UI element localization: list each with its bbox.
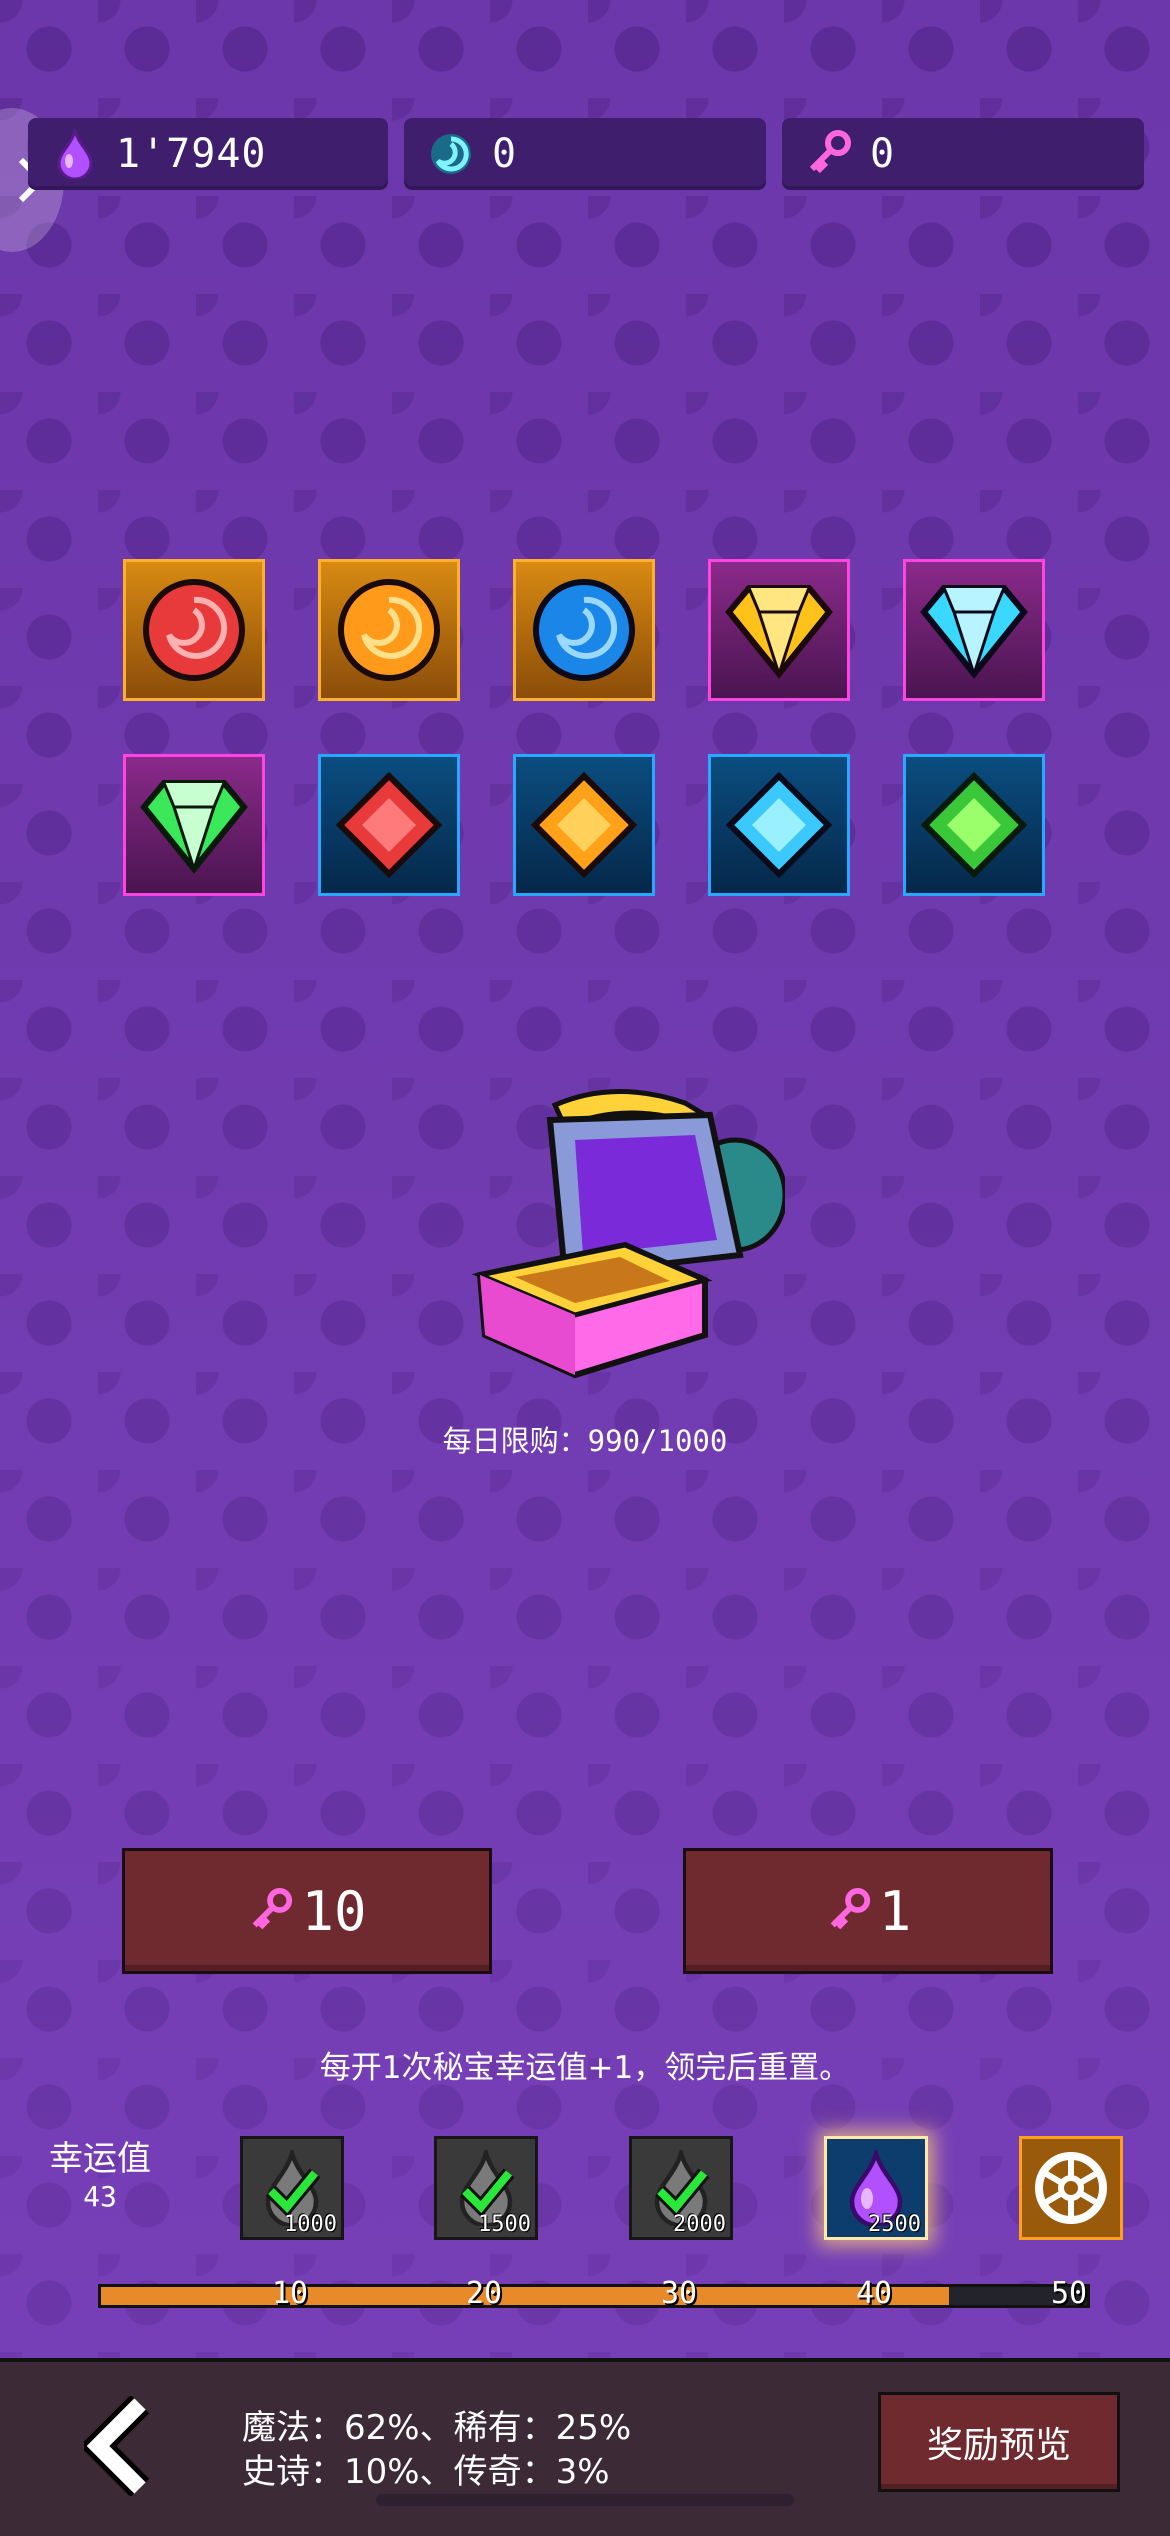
pink-key-icon — [253, 1887, 293, 1930]
treasure-chest[interactable] — [455, 1085, 788, 1405]
blue-swirl-icon — [426, 129, 476, 179]
gem-tile-green-diamond[interactable] — [123, 754, 265, 896]
orange-orb-icon — [338, 579, 440, 681]
check-icon — [266, 2168, 321, 2215]
open-ten-label: 10 — [301, 1879, 367, 1943]
luck-tick-label: 10 — [271, 2276, 309, 2311]
essence-count: 1'7940 — [116, 131, 267, 177]
back-button[interactable] — [72, 2386, 172, 2506]
back-arrow-icon — [84, 2396, 150, 2496]
daily-limit-text: 每日限购：990/1000 — [442, 1424, 728, 1458]
luck-progress-bar — [98, 2284, 1090, 2308]
odds-line-2: 史诗：10%、传奇：3% — [242, 2452, 610, 2492]
resource-bar-essence: 1'7940 — [28, 118, 388, 190]
purple-drop-icon — [50, 129, 100, 179]
drop-odds: 魔法：62%、稀有：25% 史诗：10%、传奇：3% — [242, 2406, 631, 2494]
luck-tick-label: 50 — [1050, 2276, 1088, 2311]
open-ten-button[interactable]: 10 — [122, 1848, 492, 1974]
gem-tile-orange-gem[interactable] — [513, 754, 655, 896]
red-orb-icon — [143, 579, 245, 681]
hexagon-emblem-icon — [1035, 2152, 1107, 2224]
treasure-chest-icon — [471, 1089, 788, 1379]
luck-reward-5[interactable] — [1019, 2136, 1123, 2240]
swirl-count: 0 — [492, 131, 518, 177]
luck-tick-label: 40 — [855, 2276, 893, 2311]
luck-reward-1[interactable]: 1000 — [240, 2136, 344, 2240]
gem-tile-cyan-diamond[interactable] — [903, 559, 1045, 701]
luck-hint-text: 每开1次秘宝幸运值+1，领完后重置。 — [319, 2050, 851, 2086]
pink-key-icon — [830, 1887, 870, 1930]
gem-tile-cyan-gem[interactable] — [708, 754, 850, 896]
blue-orb-icon — [533, 579, 635, 681]
key-count: 0 — [870, 131, 896, 177]
gem-tile-red-orb[interactable] — [123, 559, 265, 701]
gem-tile-yellow-diamond[interactable] — [708, 559, 850, 701]
luck-reward-4[interactable]: 2500 — [824, 2136, 928, 2240]
reward-preview-button[interactable]: 奖励预览 — [878, 2392, 1120, 2492]
green-diamond-icon — [140, 780, 248, 874]
luck-progress-fill — [101, 2287, 949, 2305]
gem-tile-green-gem[interactable] — [903, 754, 1045, 896]
luck-tick-label: 20 — [465, 2276, 503, 2311]
odds-line-1: 魔法：62%、稀有：25% — [242, 2408, 632, 2448]
red-gem-icon — [335, 771, 443, 879]
reward-amount: 1500 — [478, 2212, 531, 2237]
luck-reward-2[interactable]: 1500 — [434, 2136, 538, 2240]
reward-amount: 2000 — [673, 2212, 726, 2237]
gem-tile-red-gem[interactable] — [318, 754, 460, 896]
luck-label: 幸运值 — [49, 2139, 151, 2179]
open-one-label: 1 — [878, 1879, 912, 1943]
gem-tile-orange-orb[interactable] — [318, 559, 460, 701]
cyan-diamond-icon — [920, 585, 1028, 679]
cyan-gem-icon — [725, 771, 833, 879]
resource-bar-swirl: 0 — [404, 118, 766, 190]
green-gem-icon — [920, 771, 1028, 879]
pink-key-icon — [804, 129, 854, 179]
yellow-diamond-icon — [725, 585, 833, 679]
check-icon — [460, 2168, 515, 2215]
reward-amount: 1000 — [284, 2212, 337, 2237]
orange-gem-icon — [530, 771, 638, 879]
gem-tile-blue-orb[interactable] — [513, 559, 655, 701]
reward-amount: 2500 — [868, 2212, 921, 2237]
check-icon — [655, 2168, 710, 2215]
luck-value: 43 — [83, 2180, 117, 2213]
luck-tick-label: 30 — [660, 2276, 698, 2311]
home-indicator — [376, 2494, 794, 2506]
open-one-button[interactable]: 1 — [683, 1848, 1053, 1974]
luck-reward-3[interactable]: 2000 — [629, 2136, 733, 2240]
resource-bar-keys: 0 — [782, 118, 1144, 190]
